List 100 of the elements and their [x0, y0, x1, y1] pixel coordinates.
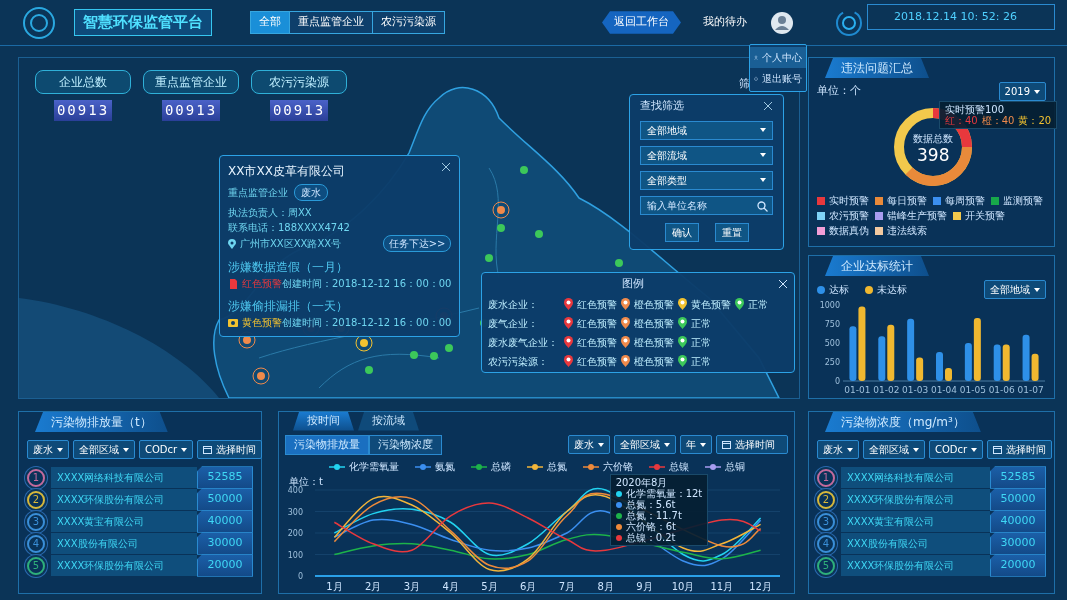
rank-badge: 1: [817, 468, 835, 487]
legend-label: 黄色预警: [691, 297, 731, 312]
tooltip-value: 化学需氧量：12t: [625, 488, 703, 499]
close-icon: [441, 162, 452, 172]
company-name: XXXX环保股份有限公司: [51, 555, 197, 576]
view-tab[interactable]: 按时间: [293, 412, 354, 431]
axis-tick-label: 750: [824, 320, 840, 329]
rank-badge: 1: [27, 468, 45, 487]
map-marker-icon[interactable]: [430, 352, 438, 360]
unit-label: 单位：个: [817, 83, 861, 100]
back-button[interactable]: 返回工作台: [602, 11, 681, 34]
tooltip-value: 红：40: [945, 115, 978, 126]
date-picker[interactable]: 选择时间: [987, 440, 1053, 459]
filter-select[interactable]: 全部区域: [73, 440, 135, 459]
assign-task-button[interactable]: 任务下达>>: [382, 235, 452, 252]
caret-icon: [1034, 288, 1040, 292]
axis-tick-label: 400: [287, 486, 303, 495]
axis-tick-label: 01-03: [902, 385, 929, 395]
map-marker-icon[interactable]: [365, 366, 373, 374]
map-marker-icon[interactable]: [252, 367, 270, 385]
axis-tick-label: 100: [287, 550, 303, 560]
created-time: 创建时间：2018-12-12 16：00：00: [282, 316, 452, 330]
issue-title: 涉嫌偷排漏排（一天）: [228, 298, 349, 315]
stat-counter: 00913: [161, 100, 221, 121]
map-marker-icon[interactable]: [355, 334, 373, 352]
close-icon: [778, 279, 788, 290]
filter-select[interactable]: 年: [680, 435, 712, 455]
legend-label: 红色预警: [577, 354, 617, 369]
view-tab[interactable]: 按流域: [358, 412, 419, 431]
close-icon: [763, 101, 773, 112]
region-select[interactable]: 全部地域: [984, 280, 1046, 299]
date-picker[interactable]: 选择时间: [197, 440, 263, 459]
axis-tick-label: 5月: [481, 581, 498, 592]
legend-label: 橙色预警: [634, 297, 674, 312]
todo-link[interactable]: 我的待办: [703, 14, 747, 31]
emission-value: 30000: [990, 532, 1046, 555]
address-text: 广州市XX区XX路XX号: [240, 237, 342, 251]
year-select[interactable]: 2019: [998, 82, 1046, 101]
map-marker-icon[interactable]: [535, 230, 543, 238]
filter-select[interactable]: 全部类型: [640, 170, 773, 190]
date-picker[interactable]: 选择时间: [716, 435, 788, 455]
caret-icon: [760, 178, 766, 182]
filter-tab[interactable]: 农污污染源: [373, 12, 444, 33]
legend-label: 红色预警: [577, 297, 617, 312]
legend-label: 红色预警: [577, 335, 617, 350]
user-menu-item[interactable]: 个人中心: [750, 47, 806, 68]
map-marker-icon[interactable]: [410, 351, 418, 359]
axis-tick-label: 12月: [749, 581, 772, 592]
map-marker-icon[interactable]: [445, 344, 453, 352]
filter-select[interactable]: 废水: [27, 440, 69, 459]
axis-tick-label: 01-04: [930, 385, 958, 395]
filter-select[interactable]: 全部地域: [640, 120, 773, 140]
filter-tab[interactable]: 重点监管企业: [290, 12, 373, 33]
close-button[interactable]: [778, 279, 788, 290]
app-title: 智慧环保监管平台: [74, 9, 212, 36]
datetime-display: 2018.12.14 10: 52: 26: [867, 3, 1055, 30]
filter-action-button[interactable]: 确认: [664, 222, 699, 242]
calendar-icon: [722, 440, 731, 450]
legend-label: 违法线索: [887, 224, 927, 238]
tooltip-value: 橙：40: [981, 115, 1015, 126]
user-menu-item[interactable]: 退出账号: [750, 68, 806, 89]
filter-action-button[interactable]: 重置: [714, 222, 749, 242]
map-marker-icon[interactable]: [492, 201, 510, 219]
map-marker-icon[interactable]: [520, 166, 528, 174]
tooltip-title: 2020年8月: [615, 477, 669, 488]
filter-select[interactable]: 全部区域: [614, 435, 676, 455]
axis-tick-label: 7月: [558, 581, 576, 592]
emission-value: 52585: [990, 466, 1046, 489]
filter-select[interactable]: 全部流域: [640, 145, 773, 165]
axis-tick-label: 01-06: [988, 385, 1015, 395]
axis-tick-label: 9月: [636, 581, 653, 592]
filter-select[interactable]: 废水: [568, 435, 610, 455]
close-button[interactable]: [763, 101, 773, 112]
caret-icon: [913, 448, 919, 452]
metric-tab[interactable]: 污染物浓度: [369, 434, 442, 455]
panel-title: 企业达标统计: [825, 256, 929, 276]
rank-badge: 3: [27, 512, 45, 531]
company-name: XXX股份有限公司: [841, 533, 990, 554]
filter-toggle[interactable]: 筛: [739, 76, 750, 93]
company-name: XX市XX皮革有限公司: [228, 163, 345, 180]
tooltip-value: 总镍：0.2t: [625, 532, 676, 543]
filter-tab[interactable]: 全部: [251, 12, 290, 33]
filter-select[interactable]: 废水: [817, 440, 859, 459]
map-marker-icon[interactable]: [497, 224, 505, 232]
legend-label: 达标: [829, 283, 849, 297]
close-button[interactable]: [441, 162, 452, 172]
axis-tick-label: 200: [287, 529, 303, 538]
map-marker-icon[interactable]: [615, 259, 623, 267]
metric-tab[interactable]: 污染物排放量: [285, 434, 369, 455]
legend-label: 总铜: [724, 460, 745, 474]
caret-icon: [598, 443, 604, 448]
legend-label: 正常: [748, 297, 768, 312]
legend-label: 未达标: [877, 283, 907, 297]
filter-select[interactable]: CODcr: [929, 440, 984, 459]
search-icon: [757, 200, 768, 212]
filter-select[interactable]: CODcr: [139, 440, 194, 459]
map-marker-icon[interactable]: [485, 254, 493, 262]
filter-select[interactable]: 全部区域: [863, 440, 925, 459]
search-field[interactable]: 输入单位名称: [640, 195, 773, 215]
caret-icon: [181, 448, 188, 452]
